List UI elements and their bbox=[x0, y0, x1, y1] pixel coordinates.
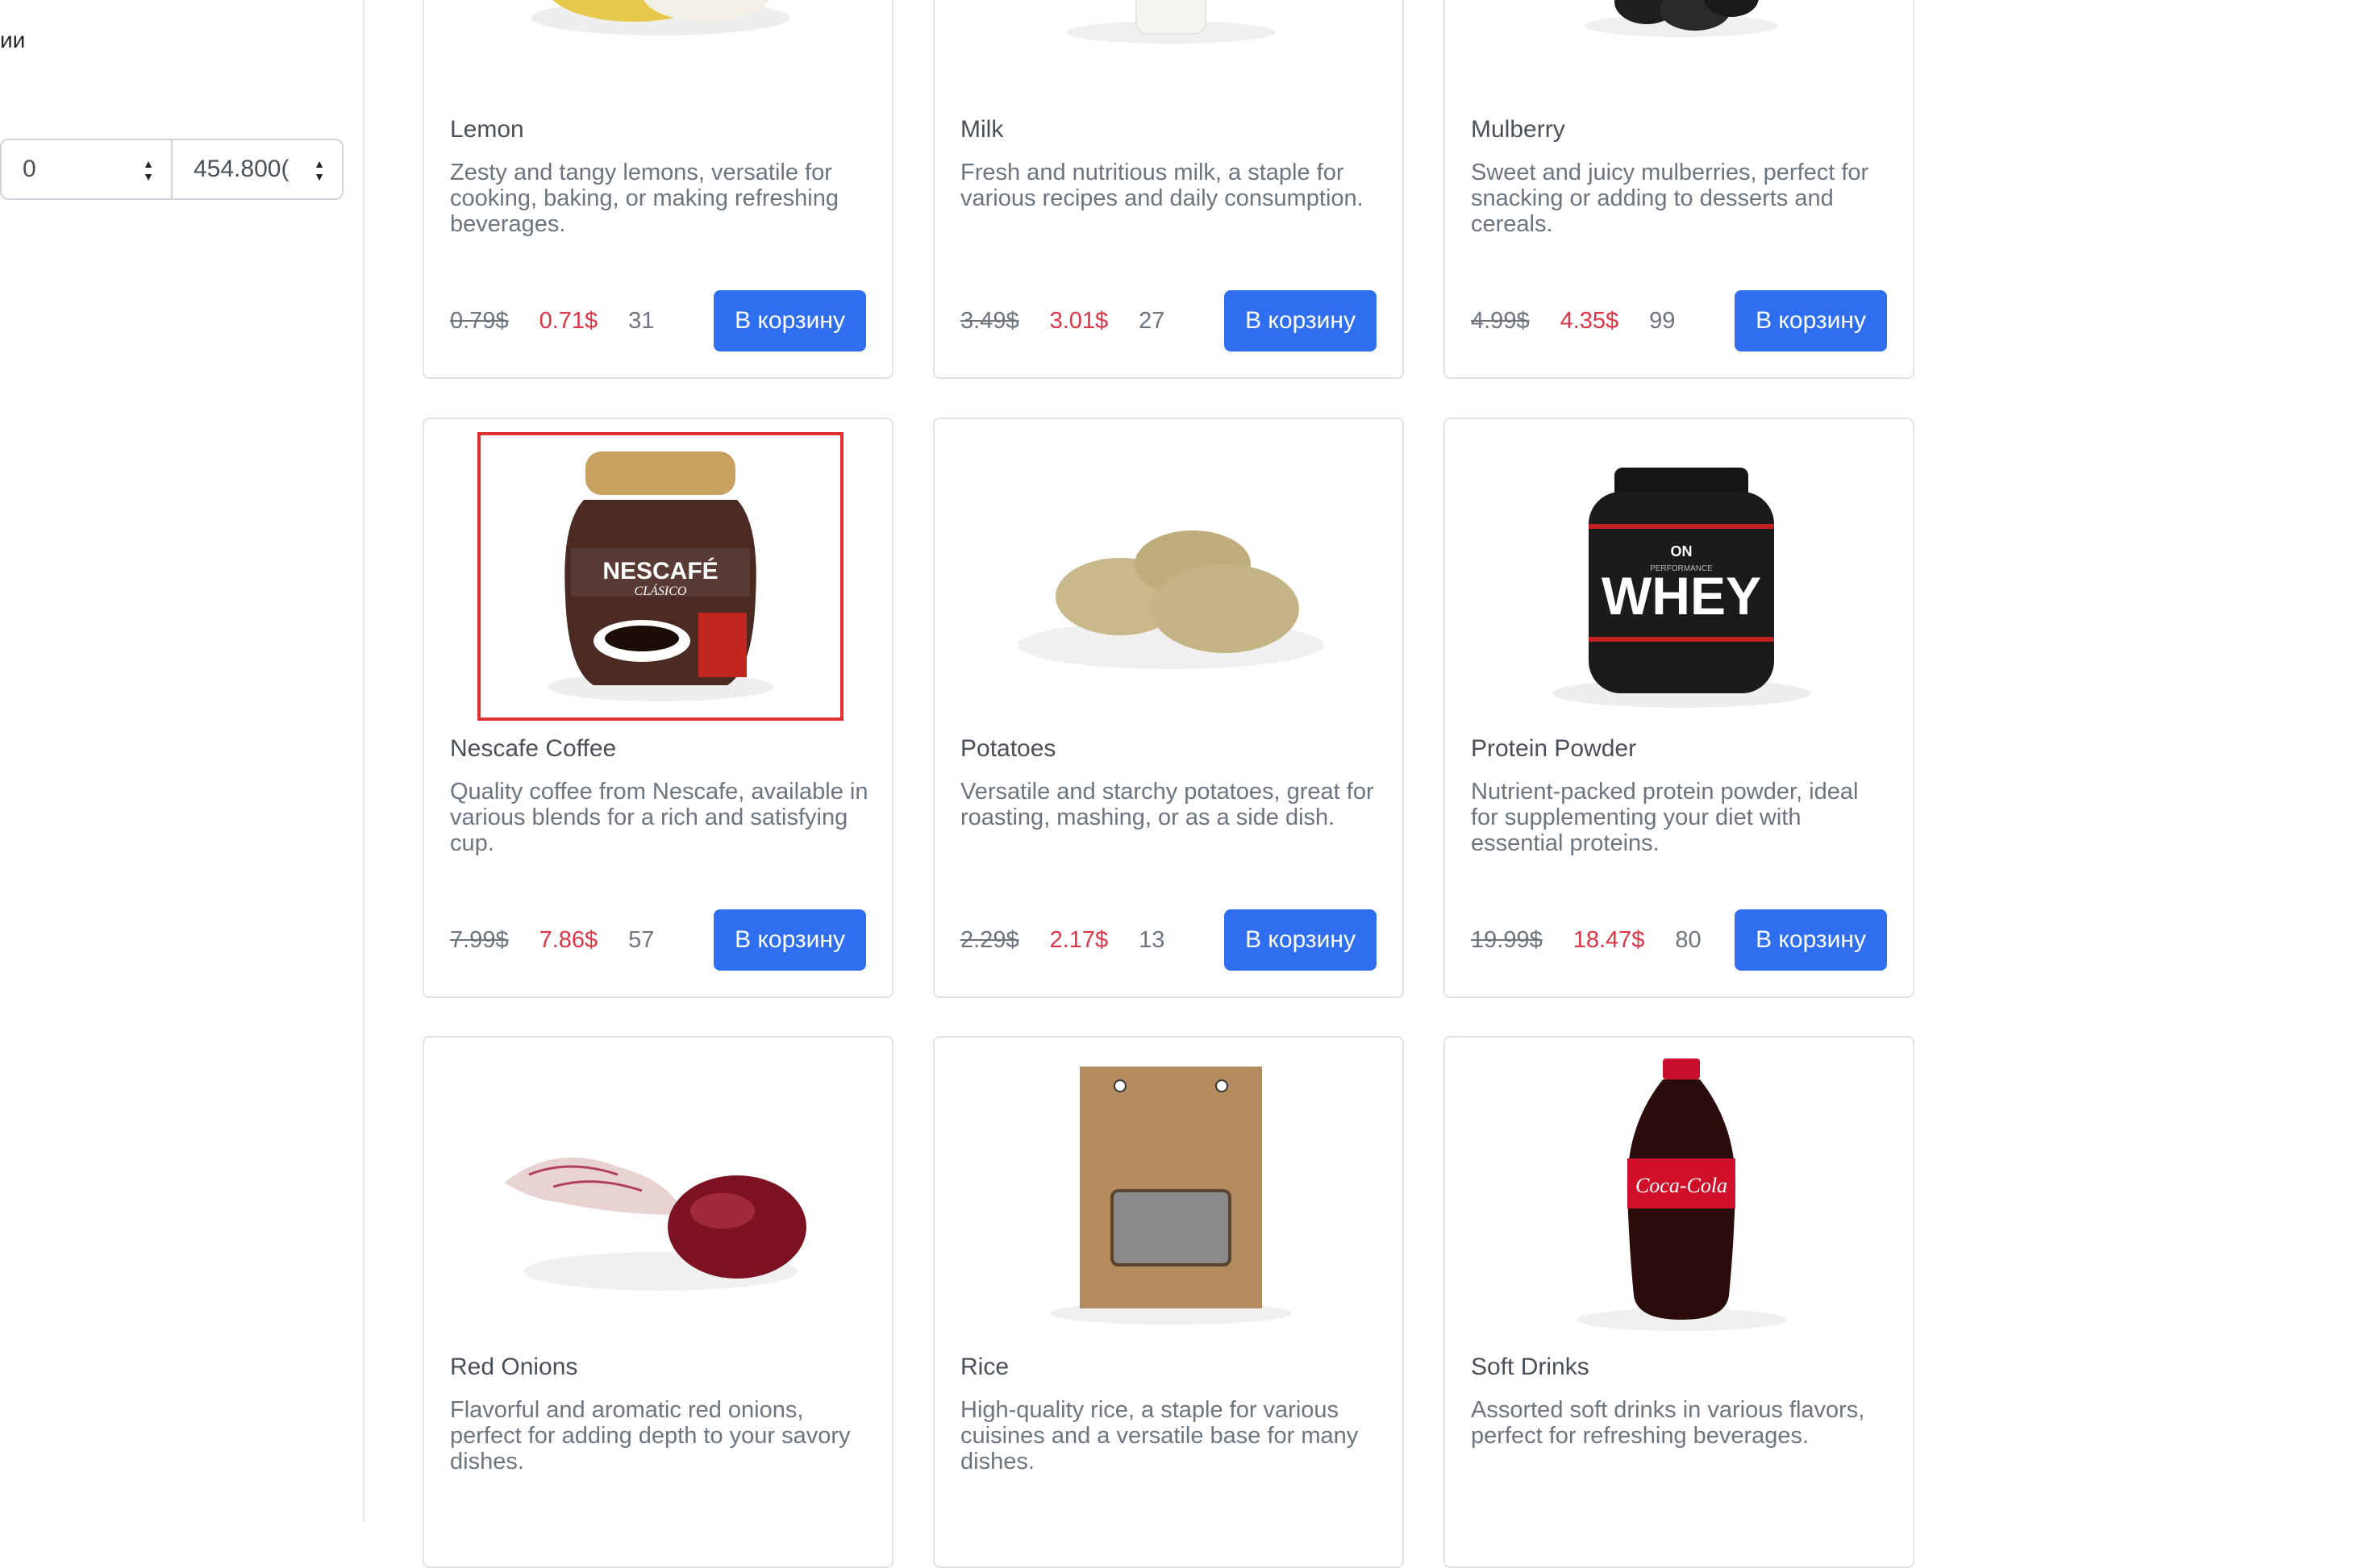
old-price: 0.79$ bbox=[450, 307, 509, 334]
sale-price: 7.86$ bbox=[539, 926, 598, 953]
product-image-rice[interactable] bbox=[991, 1054, 1351, 1336]
product-image-mulberry[interactable] bbox=[1502, 0, 1861, 58]
add-to-cart-button[interactable]: В корзину bbox=[1735, 290, 1887, 351]
add-to-cart-button[interactable]: В корзину bbox=[1224, 290, 1377, 351]
protein-main-label: WHEY bbox=[1602, 566, 1761, 626]
add-to-cart-button[interactable]: В корзину bbox=[714, 290, 866, 351]
product-image-red-onions[interactable] bbox=[481, 1054, 840, 1336]
price-min-spinner[interactable]: ▲ ▼ bbox=[140, 158, 156, 182]
add-to-cart-button[interactable]: В корзину bbox=[1735, 909, 1887, 971]
filter-sidebar: ии 0 ▲ ▼ 454.800( ▲ ▼ bbox=[0, 0, 364, 1522]
product-footer: 3.49$ 3.01$ 27 В корзину bbox=[960, 290, 1377, 351]
product-card-lemon: Lemon Zesty and tangy lemons, versatile … bbox=[423, 0, 893, 379]
product-image-nescafe-coffee[interactable]: NESCAFÉ CLÁSICO bbox=[477, 432, 844, 721]
product-title[interactable]: Potatoes bbox=[960, 735, 1056, 763]
spinner-up-icon[interactable]: ▲ bbox=[314, 158, 325, 169]
protein-brand-label: ON bbox=[1671, 543, 1693, 559]
sale-price: 18.47$ bbox=[1572, 926, 1645, 953]
product-footer: 7.99$ 7.86$ 57 В корзину bbox=[450, 909, 866, 971]
sale-price: 2.17$ bbox=[1049, 926, 1109, 953]
product-title[interactable]: Protein Powder bbox=[1471, 735, 1636, 763]
coca-cola-label: Coca-Cola bbox=[1635, 1174, 1727, 1197]
price-min-value: 0 bbox=[23, 156, 36, 182]
add-to-cart-button[interactable]: В корзину bbox=[1224, 909, 1377, 971]
old-price: 2.29$ bbox=[960, 926, 1019, 953]
filter-label: ии bbox=[0, 27, 26, 52]
product-title[interactable]: Soft Drinks bbox=[1471, 1354, 1589, 1381]
stock-count: 99 bbox=[1649, 307, 1676, 334]
product-title[interactable]: Red Onions bbox=[450, 1354, 577, 1381]
product-title[interactable]: Milk bbox=[960, 116, 1003, 143]
product-title[interactable]: Lemon bbox=[450, 116, 524, 143]
product-description: Sweet and juicy mulberries, perfect for … bbox=[1471, 160, 1869, 237]
product-description: Versatile and starchy potatoes, great fo… bbox=[960, 779, 1374, 830]
product-card-nescafe-coffee: NESCAFÉ CLÁSICO Nescafe Coffee Quality c… bbox=[423, 418, 893, 998]
add-to-cart-button[interactable]: В корзину bbox=[714, 909, 866, 971]
nescafe-label: NESCAFÉ bbox=[602, 557, 718, 584]
price-max-input[interactable]: 454.800( ▲ ▼ bbox=[171, 140, 342, 198]
product-footer: 4.99$ 4.35$ 99 В корзину bbox=[1471, 290, 1887, 351]
sale-price: 0.71$ bbox=[539, 307, 598, 334]
product-image-protein-powder[interactable]: ON PERFORMANCE WHEY bbox=[1502, 435, 1861, 717]
product-image-soft-drinks[interactable]: Coca-Cola bbox=[1502, 1054, 1861, 1336]
old-price: 19.99$ bbox=[1471, 926, 1543, 953]
product-image-milk[interactable] bbox=[991, 0, 1351, 58]
product-card-milk: Milk Fresh and nutritious milk, a staple… bbox=[933, 0, 1404, 379]
spinner-down-icon[interactable]: ▼ bbox=[314, 171, 325, 182]
sale-price: 4.35$ bbox=[1560, 307, 1619, 334]
product-card-rice: Rice High-quality rice, a staple for var… bbox=[933, 1036, 1404, 1568]
old-price: 7.99$ bbox=[450, 926, 509, 953]
product-title[interactable]: Mulberry bbox=[1471, 116, 1565, 143]
product-title[interactable]: Nescafe Coffee bbox=[450, 735, 616, 763]
product-description: High-quality rice, a staple for various … bbox=[960, 1397, 1359, 1474]
product-description: Quality coffee from Nescafe, available i… bbox=[450, 779, 869, 856]
stock-count: 27 bbox=[1139, 307, 1165, 334]
product-card-red-onions: Red Onions Flavorful and aromatic red on… bbox=[423, 1036, 893, 1568]
stock-count: 80 bbox=[1675, 926, 1702, 953]
sale-price: 3.01$ bbox=[1049, 307, 1109, 334]
old-price: 4.99$ bbox=[1471, 307, 1530, 334]
product-description: Assorted soft drinks in various flavors,… bbox=[1471, 1397, 1865, 1449]
spinner-down-icon[interactable]: ▼ bbox=[143, 171, 154, 182]
product-card-soft-drinks: Coca-Cola Soft Drinks Assorted soft drin… bbox=[1443, 1036, 1914, 1568]
product-description: Nutrient-packed protein powder, ideal fo… bbox=[1471, 779, 1859, 856]
stock-count: 57 bbox=[628, 926, 655, 953]
product-card-protein-powder: ON PERFORMANCE WHEY Protein Powder Nutri… bbox=[1443, 418, 1914, 998]
price-max-value: 454.800( bbox=[194, 156, 290, 182]
product-card-mulberry: Mulberry Sweet and juicy mulberries, per… bbox=[1443, 0, 1914, 379]
old-price: 3.49$ bbox=[960, 307, 1019, 334]
product-image-potatoes[interactable] bbox=[991, 435, 1351, 717]
product-card-potatoes: Potatoes Versatile and starchy potatoes,… bbox=[933, 418, 1404, 998]
nescafe-sublabel: CLÁSICO bbox=[635, 583, 687, 598]
price-range-inputs: 0 ▲ ▼ 454.800( ▲ ▼ bbox=[0, 139, 344, 200]
product-description: Fresh and nutritious milk, a staple for … bbox=[960, 160, 1364, 211]
product-footer: 19.99$ 18.47$ 80 В корзину bbox=[1471, 909, 1887, 971]
spinner-up-icon[interactable]: ▲ bbox=[143, 158, 154, 169]
product-image-lemon[interactable] bbox=[481, 0, 840, 58]
stock-count: 31 bbox=[628, 307, 655, 334]
stock-count: 13 bbox=[1139, 926, 1165, 953]
product-footer: 0.79$ 0.71$ 31 В корзину bbox=[450, 290, 866, 351]
product-title[interactable]: Rice bbox=[960, 1354, 1009, 1381]
price-min-input[interactable]: 0 ▲ ▼ bbox=[2, 140, 171, 198]
product-footer: 2.29$ 2.17$ 13 В корзину bbox=[960, 909, 1377, 971]
product-description: Zesty and tangy lemons, versatile for co… bbox=[450, 160, 839, 237]
product-description: Flavorful and aromatic red onions, perfe… bbox=[450, 1397, 851, 1474]
price-max-spinner[interactable]: ▲ ▼ bbox=[311, 158, 327, 182]
